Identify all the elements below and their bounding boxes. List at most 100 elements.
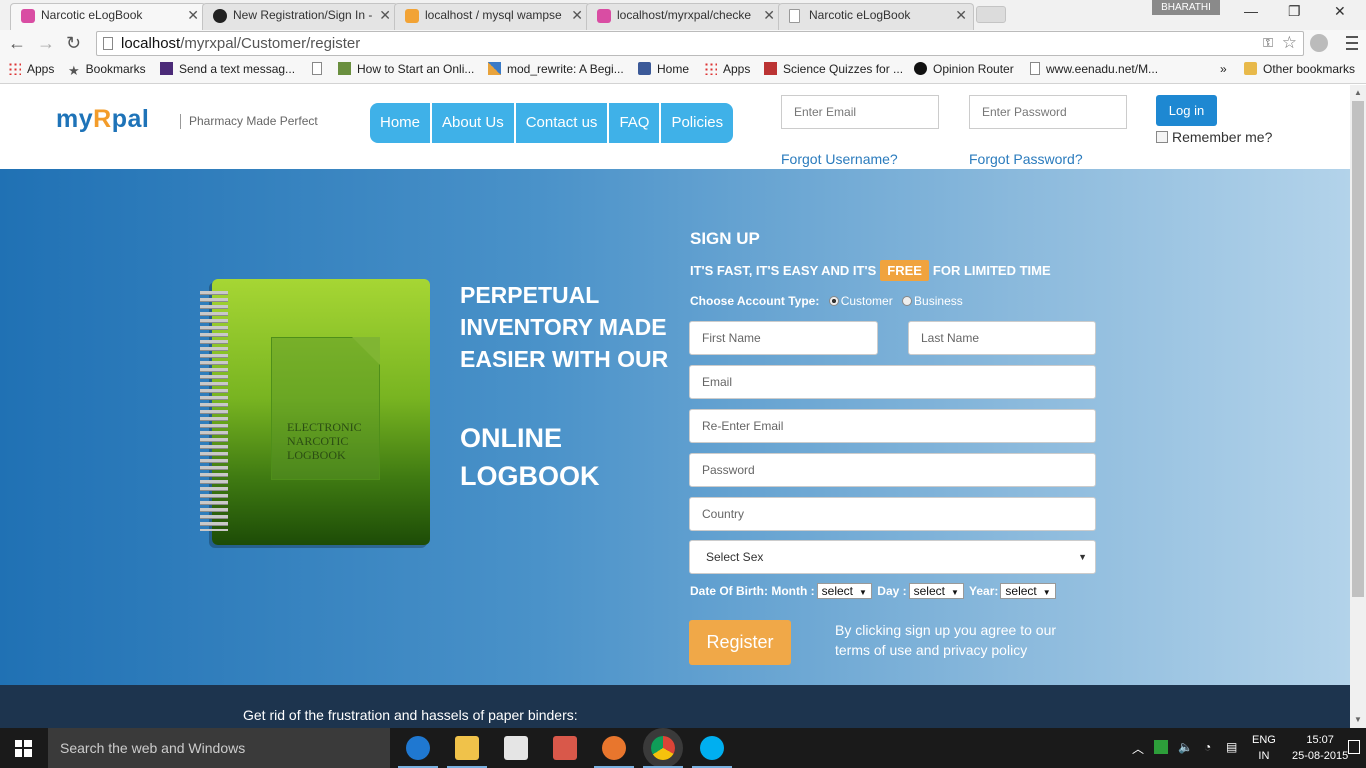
dob-day-select[interactable]: select ▼ bbox=[908, 583, 964, 599]
reload-icon[interactable]: ↻ bbox=[66, 33, 81, 54]
business-radio-label[interactable]: Business bbox=[914, 294, 963, 308]
taskbar-search[interactable]: Search the web and Windows bbox=[48, 728, 390, 768]
tray-app-icon[interactable] bbox=[1154, 740, 1168, 754]
myrxpal-logo[interactable]: myRpal bbox=[56, 105, 149, 134]
country-input[interactable] bbox=[689, 497, 1096, 531]
last-name-input[interactable] bbox=[908, 321, 1096, 355]
notifications-icon[interactable] bbox=[1348, 740, 1360, 754]
nav-contact-us[interactable]: Contact us bbox=[515, 103, 610, 143]
notebook-spiral bbox=[200, 291, 228, 531]
page-info-icon[interactable] bbox=[103, 37, 113, 50]
dob-year-select[interactable]: select ▼ bbox=[1000, 583, 1056, 599]
close-window-icon[interactable]: ✕ bbox=[1334, 3, 1346, 20]
profile-badge[interactable]: BHARATHI bbox=[1152, 0, 1220, 15]
login-password-input[interactable] bbox=[969, 95, 1127, 129]
login-email-input[interactable] bbox=[781, 95, 939, 129]
forgot-password-link[interactable]: Forgot Password? bbox=[969, 151, 1083, 167]
password-input[interactable] bbox=[689, 453, 1096, 487]
bookmark-facebook-home[interactable]: Home bbox=[638, 62, 689, 76]
skype-icon[interactable] bbox=[692, 736, 732, 768]
customer-radio-label[interactable]: Customer bbox=[841, 294, 893, 308]
new-tab-button[interactable] bbox=[976, 6, 1006, 23]
page-icon bbox=[312, 62, 322, 75]
register-button[interactable]: Register bbox=[689, 620, 791, 665]
nav-policies[interactable]: Policies bbox=[661, 103, 734, 143]
address-bar[interactable]: localhost/myrxpal/Customer/register ⚿ ☆ bbox=[96, 31, 1304, 56]
show-hidden-icons[interactable]: ︿ bbox=[1132, 740, 1144, 757]
nav-about-us[interactable]: About Us bbox=[432, 103, 516, 143]
first-name-input[interactable] bbox=[689, 321, 878, 355]
tab-narcotic-elogbook[interactable]: Narcotic eLogBook ✕ bbox=[10, 3, 206, 30]
back-icon[interactable]: ← bbox=[8, 33, 26, 54]
other-bookmarks[interactable]: Other bookmarks bbox=[1244, 62, 1355, 76]
tab-github-registration[interactable]: New Registration/Sign In - ✕ bbox=[202, 3, 398, 30]
bookmark-star-icon[interactable]: ☆ bbox=[1282, 33, 1297, 53]
close-icon[interactable]: ✕ bbox=[763, 4, 775, 26]
customer-radio[interactable] bbox=[828, 296, 839, 306]
chrome-icon[interactable] bbox=[643, 736, 683, 768]
scroll-down-icon[interactable]: ▼ bbox=[1354, 715, 1362, 724]
remember-me[interactable]: Remember me? bbox=[1156, 129, 1272, 145]
tab-title: Narcotic eLogBook bbox=[809, 8, 911, 22]
wifi-icon[interactable]: ◔ bbox=[1204, 740, 1211, 754]
nav-home[interactable]: Home bbox=[370, 103, 433, 143]
facebook-icon bbox=[638, 62, 651, 75]
firefox-icon[interactable] bbox=[594, 736, 634, 768]
signup-title: SIGN UP bbox=[690, 229, 760, 248]
dob-month-select[interactable]: select ▼ bbox=[816, 583, 872, 599]
restore-icon[interactable]: ❐ bbox=[1288, 3, 1301, 20]
close-icon[interactable]: ✕ bbox=[571, 4, 583, 26]
close-icon[interactable]: ✕ bbox=[187, 4, 199, 26]
terms-agreement-text: By clicking sign up you agree to our ter… bbox=[835, 622, 1057, 658]
bookmark-apps-2[interactable]: Apps bbox=[704, 62, 750, 76]
store-icon[interactable] bbox=[504, 736, 528, 760]
scroll-thumb[interactable] bbox=[1352, 101, 1364, 597]
volume-icon[interactable]: 🔈 bbox=[1178, 740, 1193, 754]
bookmark-bookmarks[interactable]: ★ Bookmarks bbox=[68, 62, 146, 78]
account-type-label: Choose Account Type: bbox=[690, 294, 820, 308]
sex-select[interactable]: Select Sex ▼ bbox=[689, 540, 1096, 574]
url-text[interactable]: localhost/myrxpal/Customer/register bbox=[121, 35, 360, 52]
keyboard-icon[interactable]: ▤ bbox=[1226, 740, 1237, 754]
email-input[interactable] bbox=[689, 365, 1096, 399]
forgot-username-link[interactable]: Forgot Username? bbox=[781, 151, 898, 167]
system-clock[interactable]: 15:07 25-08-2015 bbox=[1292, 732, 1348, 764]
edge-icon[interactable] bbox=[398, 736, 438, 768]
tab-myrxpal-check[interactable]: localhost/myrxpal/checke ✕ bbox=[586, 3, 782, 30]
file-explorer-icon[interactable] bbox=[447, 736, 487, 768]
bookmark-mod-rewrite[interactable]: mod_rewrite: A Begi... bbox=[488, 62, 624, 76]
forward-icon[interactable]: → bbox=[37, 33, 55, 54]
tab-title: localhost / mysql wampse bbox=[425, 8, 562, 22]
remember-me-checkbox[interactable] bbox=[1156, 131, 1168, 143]
opinion-router-icon bbox=[914, 62, 927, 75]
close-icon[interactable]: ✕ bbox=[955, 4, 967, 26]
bookmark-how-to-start[interactable]: How to Start an Onli... bbox=[338, 62, 474, 76]
browser-tab-strip: Narcotic eLogBook ✕ New Registration/Sig… bbox=[0, 0, 1366, 30]
key-icon[interactable]: ⚿ bbox=[1263, 35, 1273, 51]
tab-narcotic-elogbook-2[interactable]: Narcotic eLogBook ✕ bbox=[778, 3, 974, 30]
paint-icon[interactable] bbox=[553, 736, 577, 760]
page-scrollbar[interactable]: ▲ ▼ bbox=[1350, 85, 1366, 728]
windows-start-icon[interactable] bbox=[15, 740, 32, 757]
re-enter-email-input[interactable] bbox=[689, 409, 1096, 443]
business-radio[interactable] bbox=[902, 296, 913, 306]
hero-title: PERPETUAL INVENTORY MADE EASIER WITH OUR bbox=[460, 282, 669, 372]
extension-icon[interactable] bbox=[1310, 34, 1328, 52]
bookmark-apps[interactable]: Apps bbox=[8, 62, 54, 76]
bookmarks-overflow-button[interactable]: » bbox=[1220, 62, 1227, 76]
sporcle-icon bbox=[764, 62, 777, 75]
bookmark-send-text[interactable]: Send a text messag... bbox=[160, 62, 295, 76]
nav-faq[interactable]: FAQ bbox=[609, 103, 662, 143]
chrome-menu-icon[interactable] bbox=[1346, 36, 1358, 50]
language-indicator[interactable]: ENG IN bbox=[1252, 732, 1276, 764]
login-button[interactable]: Log in bbox=[1156, 95, 1217, 126]
close-icon[interactable]: ✕ bbox=[379, 4, 391, 26]
bookmark-eenadu[interactable]: www.eenadu.net/M... bbox=[1030, 62, 1158, 76]
tab-phpmyadmin[interactable]: localhost / mysql wampse ✕ bbox=[394, 3, 590, 30]
bookmark-opinion-router[interactable]: Opinion Router bbox=[914, 62, 1014, 76]
bookmark-blank[interactable] bbox=[312, 62, 328, 76]
minimize-icon[interactable]: — bbox=[1244, 3, 1258, 19]
wikihow-icon bbox=[338, 62, 351, 75]
scroll-up-icon[interactable]: ▲ bbox=[1354, 88, 1362, 97]
bookmark-science-quizzes[interactable]: Science Quizzes for ... bbox=[764, 62, 903, 76]
